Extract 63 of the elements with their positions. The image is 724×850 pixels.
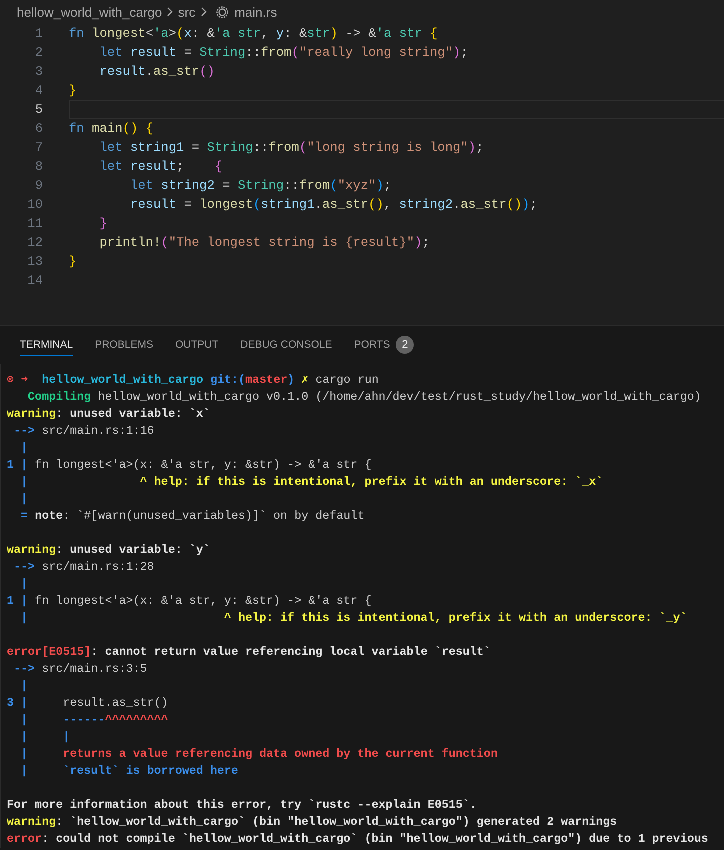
terminal-line: error[E0515]: cannot return value referencing local variable `result` bbox=[7, 644, 492, 661]
line-number: 6 bbox=[34, 121, 43, 136]
panel-tab[interactable]: PROBLEMS bbox=[95, 334, 154, 356]
breadcrumb-item[interactable]: src bbox=[178, 4, 196, 20]
line-number: 8 bbox=[34, 159, 43, 174]
code-line: result = longest(string1.as_str(), string2.as_str()); bbox=[129, 196, 539, 214]
line-number: 1 bbox=[34, 26, 43, 41]
code-line: fn longest<'a>(x: &'a str, y: &str) -> &'a str { bbox=[69, 25, 439, 43]
gear-icon bbox=[216, 6, 229, 18]
terminal-line: warning: unused variable: `x` bbox=[7, 406, 212, 423]
code-line: fn main() { bbox=[69, 120, 154, 138]
terminal-line: | ^ help: if this is intentional, prefix it with an underscore: `_y` bbox=[20, 610, 688, 627]
panel-tab[interactable]: DEBUG CONSOLE bbox=[240, 334, 332, 356]
terminal-line: | `result` is borrowed here bbox=[20, 763, 240, 780]
terminal-line: --> src/main.rs:3:5 bbox=[13, 661, 148, 678]
terminal-line: Compiling hellow_world_with_cargo v0.1.0 (/home/ahn/dev/test/rust_study/hellow_world_with_cargo) bbox=[27, 389, 702, 406]
terminal-line: | ^ help: if this is intentional, prefix it with an underscore: `_x` bbox=[20, 474, 604, 491]
code-line: println!("The longest string is {result}"); bbox=[98, 234, 431, 252]
breadcrumb-item[interactable]: hellow_world_with_cargo bbox=[17, 4, 162, 20]
line-number: 5 bbox=[34, 102, 43, 117]
line-number: 12 bbox=[26, 235, 43, 250]
panel-tab[interactable]: PORTS 2 bbox=[354, 332, 414, 358]
panel-tab[interactable]: TERMINAL bbox=[20, 334, 74, 356]
terminal-line: | ------^^^^^^^^^ bbox=[20, 712, 170, 729]
line-number: 13 bbox=[26, 254, 43, 269]
terminal-line: warning: unused variable: `y` bbox=[7, 542, 212, 559]
terminal-line: | bbox=[20, 576, 30, 593]
code-line: } bbox=[69, 253, 78, 271]
terminal-line: 1 | fn longest<'a>(x: &'a str, y: &str) -> &'a str { bbox=[7, 593, 373, 610]
terminal-line: = note: `#[warn(unused_variables)]` on by default bbox=[20, 508, 366, 525]
line-number: 10 bbox=[26, 197, 43, 212]
terminal-line: --> src/main.rs:1:28 bbox=[13, 559, 156, 576]
code-line: let string1 = String::from("long string is long"); bbox=[98, 139, 485, 157]
code-line: let result = String::from("really long string"); bbox=[98, 44, 470, 62]
terminal-line: warning: `hellow_world_with_cargo` (bin "hellow_world_with_cargo") generated 2 warnings bbox=[7, 814, 618, 831]
line-number: 3 bbox=[34, 64, 43, 79]
terminal-line: | bbox=[20, 678, 30, 695]
terminal-line: | returns a value referencing data owned by the current function bbox=[20, 746, 499, 763]
terminal-line: For more information about this error, try `rustc --explain E0515`. bbox=[7, 797, 478, 814]
chevron-icon bbox=[165, 6, 176, 18]
line-number: 11 bbox=[26, 216, 43, 231]
terminal-line: --> src/main.rs:1:16 bbox=[13, 423, 156, 440]
code-line: } bbox=[69, 82, 78, 100]
terminal-line: ⊗ ➜ hellow_world_with_cargo git:(master) ✗ cargo run bbox=[7, 372, 380, 389]
code-line: } bbox=[98, 215, 108, 233]
line-number: 2 bbox=[34, 45, 43, 60]
code-line: let result; { bbox=[98, 158, 224, 176]
breadcrumb-item[interactable]: main.rs bbox=[234, 4, 278, 20]
line-number: 7 bbox=[34, 140, 43, 155]
terminal-line: 3 | result.as_str() bbox=[7, 695, 170, 712]
count-badge: 2 bbox=[396, 336, 414, 354]
panel-tab[interactable]: OUTPUT bbox=[175, 334, 219, 356]
terminal-line: | bbox=[20, 440, 30, 457]
terminal-line: error: could not compile `hellow_world_with_cargo` (bin "hellow_world_with_cargo") due to 1 previous bbox=[7, 831, 710, 848]
line-number: 4 bbox=[34, 83, 43, 98]
terminal-line: | bbox=[20, 491, 30, 508]
terminal-line: 1 | fn longest<'a>(x: &'a str, y: &str) -> &'a str { bbox=[7, 457, 373, 474]
code-line: let string2 = String::from("xyz"); bbox=[129, 177, 393, 195]
terminal-line: | | bbox=[20, 729, 72, 746]
chevron-icon bbox=[198, 6, 209, 18]
code-line: result.as_str() bbox=[98, 63, 216, 81]
line-number: 9 bbox=[34, 178, 43, 193]
line-number: 14 bbox=[26, 273, 43, 288]
